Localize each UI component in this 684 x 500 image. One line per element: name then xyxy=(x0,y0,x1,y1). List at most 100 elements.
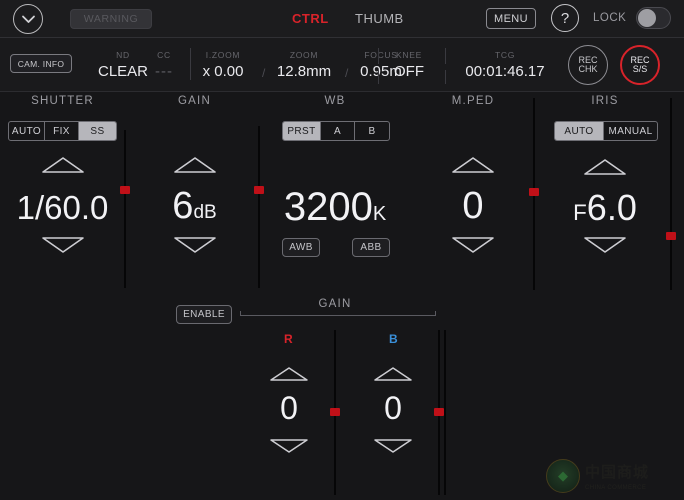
panel-title-shutter: SHUTTER xyxy=(31,95,94,107)
cam-info-button[interactable]: CAM. INFO xyxy=(10,54,72,73)
lock-toggle[interactable] xyxy=(636,7,671,29)
lock-label: LOCK xyxy=(593,12,627,24)
gain-b-slider-handle[interactable] xyxy=(434,408,444,416)
rec-check-button[interactable]: REC CHK xyxy=(568,45,608,85)
info-slash-1: / xyxy=(262,66,266,80)
triangle-down-icon xyxy=(584,237,626,253)
shutter-value: 1/60.0 xyxy=(16,189,109,226)
tab-thumb-label: THUMB xyxy=(355,11,404,26)
iris-decrease-button[interactable] xyxy=(582,235,628,260)
iris-increase-button[interactable] xyxy=(582,157,628,182)
gain-b-decrease-button[interactable] xyxy=(372,437,414,460)
cam-info-label: CAM. INFO xyxy=(17,58,65,69)
gain-r-decrease-button[interactable] xyxy=(268,437,310,460)
wb-mode-b[interactable]: B xyxy=(355,122,389,140)
info-label-izoom: I.ZOOM xyxy=(205,50,241,60)
iris-number: 6.0 xyxy=(586,187,637,228)
triangle-down-icon xyxy=(452,237,494,253)
warning-button[interactable]: WARNING xyxy=(70,9,152,29)
info-label-cc: CC xyxy=(157,50,171,60)
gain-unit: dB xyxy=(193,202,217,223)
info-label-knee: KNEE xyxy=(396,50,422,60)
gain-b-increase-button[interactable] xyxy=(372,365,414,388)
mped-decrease-button[interactable] xyxy=(450,235,496,260)
gain-channel-label-b: B xyxy=(389,332,399,346)
watermark-seal-icon: ◆ xyxy=(546,459,580,493)
mped-slider-track[interactable] xyxy=(529,98,539,290)
gain-enable-button[interactable]: ENABLE xyxy=(176,305,232,324)
mped-value: 0 xyxy=(462,185,484,227)
shutter-slider-track[interactable] xyxy=(120,130,130,288)
gain-r-value: 0 xyxy=(280,390,298,426)
collapse-button[interactable] xyxy=(13,4,43,34)
wb-mode-segment[interactable]: PRST A B xyxy=(282,121,390,141)
info-value-cc: --- xyxy=(155,63,173,80)
rec-ss-line2: S/S xyxy=(632,64,648,74)
info-value-zoom: 12.8mm xyxy=(276,63,332,80)
triangle-up-icon xyxy=(270,367,308,381)
menu-button[interactable]: MENU xyxy=(486,8,536,29)
shutter-increase-button[interactable] xyxy=(40,155,86,180)
abb-button[interactable]: ABB xyxy=(352,238,390,257)
panel-gain: GAIN 6dB xyxy=(132,95,257,290)
shutter-mode-segment[interactable]: AUTO FIX SS xyxy=(8,121,117,141)
shutter-mode-auto[interactable]: AUTO xyxy=(9,122,45,140)
triangle-up-icon xyxy=(452,157,494,173)
triangle-up-icon xyxy=(584,159,626,175)
tab-ctrl[interactable]: CTRL xyxy=(292,11,329,26)
panel-title-mped: M.PED xyxy=(451,95,495,107)
shutter-slider-handle[interactable] xyxy=(120,186,130,194)
gain-slider-handle[interactable] xyxy=(254,186,264,194)
iris-mode-auto[interactable]: AUTO xyxy=(555,122,604,140)
chevron-down-icon xyxy=(21,14,36,24)
gain-channel-label-r: R xyxy=(284,332,294,346)
info-value-tcg: 00:01:46.17 xyxy=(465,63,545,80)
top-bar: WARNING CTRL THUMB MENU ? LOCK xyxy=(0,0,684,38)
gain-r-slider-track[interactable] xyxy=(330,330,340,495)
info-cell-izoom: I.ZOOM x 0.00 xyxy=(188,50,258,80)
panel-title-iris: IRIS xyxy=(591,95,619,107)
triangle-down-icon xyxy=(374,439,412,453)
gain-r-increase-button[interactable] xyxy=(268,365,310,388)
triangle-down-icon xyxy=(41,237,84,253)
awb-button[interactable]: AWB xyxy=(282,238,320,257)
info-cell-cc: CC --- xyxy=(142,50,186,80)
gain-enable-label: ENABLE xyxy=(183,309,225,320)
wb-mode-prst[interactable]: PRST xyxy=(283,122,321,140)
camera-control-app: WARNING CTRL THUMB MENU ? LOCK CAM. INFO… xyxy=(0,0,684,500)
gain-slider-track[interactable] xyxy=(254,126,264,288)
watermark-text: 中国商城 CHINA COMMERCE xyxy=(585,461,649,491)
gain-r-slider-handle[interactable] xyxy=(330,408,340,416)
wb-mode-a[interactable]: A xyxy=(321,122,355,140)
panel-wb: WB PRST A B 3200K AWB ABB xyxy=(265,95,405,290)
iris-prefix: F xyxy=(573,200,587,225)
gain-increase-button[interactable] xyxy=(172,155,218,180)
lower-gain-rule-tick-right xyxy=(435,311,436,316)
panel-title-gain: GAIN xyxy=(178,95,211,107)
abb-label: ABB xyxy=(360,242,382,253)
mped-slider-handle[interactable] xyxy=(529,188,539,196)
info-cell-tcg: TCG 00:01:46.17 xyxy=(446,50,564,80)
shutter-decrease-button[interactable] xyxy=(40,235,86,260)
wb-number: 3200 xyxy=(283,185,373,229)
iris-mode-manual[interactable]: MANUAL xyxy=(604,122,657,140)
tab-thumb[interactable]: THUMB xyxy=(355,11,404,26)
info-label-tcg: TCG xyxy=(494,50,516,60)
triangle-up-icon xyxy=(374,367,412,381)
iris-slider-handle[interactable] xyxy=(666,232,676,240)
rec-check-line2: CHK xyxy=(578,64,598,74)
mped-increase-button[interactable] xyxy=(450,155,496,180)
wb-unit: K xyxy=(372,203,387,225)
shutter-mode-fix[interactable]: FIX xyxy=(45,122,79,140)
watermark: ◆ 中国商城 CHINA COMMERCE xyxy=(546,456,678,496)
gain-b-slider-track[interactable] xyxy=(434,330,444,495)
rec-start-stop-button[interactable]: REC S/S xyxy=(620,45,660,85)
help-button[interactable]: ? xyxy=(551,4,579,32)
iris-slider-track[interactable] xyxy=(666,98,676,290)
iris-mode-segment[interactable]: AUTO MANUAL xyxy=(554,121,658,141)
watermark-subtitle: CHINA COMMERCE xyxy=(585,485,647,491)
lower-gain-rule-tick-left xyxy=(240,311,241,316)
gain-decrease-button[interactable] xyxy=(172,235,218,260)
shutter-mode-ss[interactable]: SS xyxy=(79,122,116,140)
iris-value: F6.0 xyxy=(542,187,668,229)
